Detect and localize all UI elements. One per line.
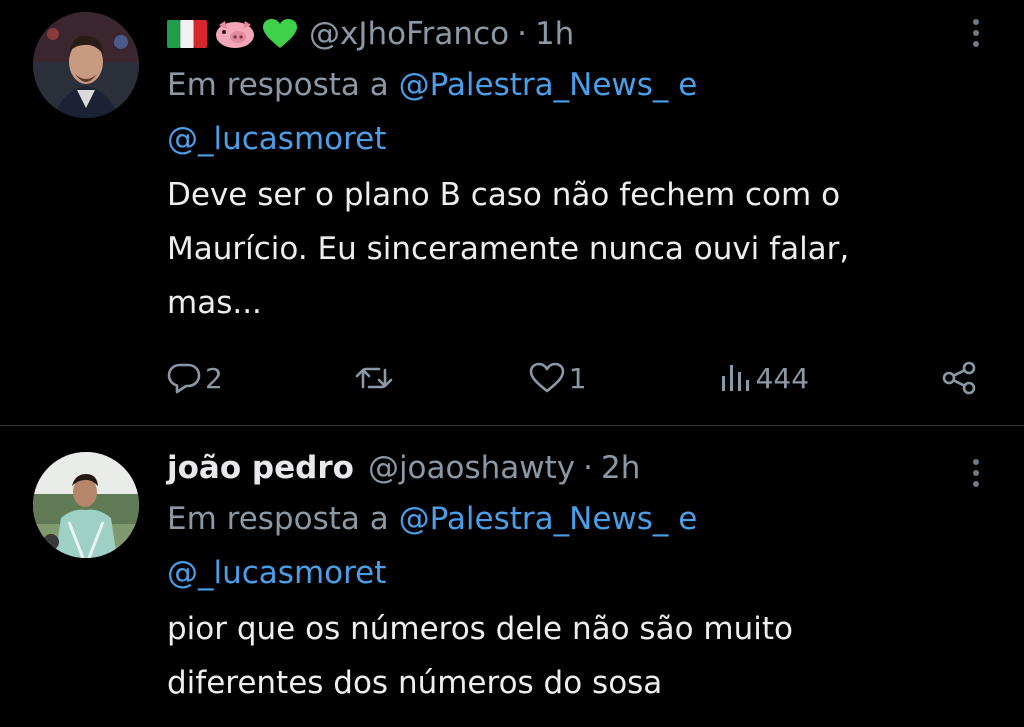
green-heart-icon [263,19,297,48]
author-name[interactable]: joão pedro [167,450,354,486]
tweet-text-line: Deve ser o plano B caso não fechem com o [167,177,841,213]
timestamp[interactable]: 2h [601,450,640,486]
replying-to: Em resposta a @Palestra_News_ e @_lucasm… [167,492,964,600]
replying-to: Em resposta a @Palestra_News_ e @_lucasm… [167,58,964,166]
mention-link[interactable]: @_lucasmoret [167,121,386,157]
retweet-button[interactable] [354,363,398,393]
tweet-text-line: pior que os números dele não são muito [167,611,793,647]
author-handle[interactable]: @xJhoFranco [309,16,509,52]
replying-prefix: Em resposta a [167,67,389,103]
more-options-icon[interactable] [972,19,980,47]
tweet-text-line: Maurício. Eu sinceramente nunca ouvi fal… [167,231,850,267]
tweet-divider [0,425,1024,426]
pig-face-icon [216,21,254,48]
tweet-header: joão pedro @joaoshawty · 2h [167,446,964,490]
avatar-image [33,12,139,118]
like-button[interactable]: 1 [529,362,587,395]
share-button[interactable] [940,361,978,395]
separator-dot: · [583,450,593,486]
views-button[interactable]: 444 [718,362,809,395]
avatar[interactable] [33,452,139,558]
reply-button[interactable]: 2 [167,362,223,395]
more-options-icon[interactable] [972,459,980,487]
display-name-emojis[interactable] [167,19,297,49]
tweet-text-line: diferentes dos números do sosa [167,665,663,701]
separator-dot: · [517,16,527,52]
tweet-text: Deve ser o plano B caso não fechem com o… [167,168,964,330]
mention-joiner: e [678,501,698,537]
tweet-actions: 2 1 444 [167,358,978,398]
mention-link[interactable]: @Palestra_News_ [399,67,669,103]
avatar[interactable] [33,12,139,118]
reply-icon [167,363,201,394]
mention-link[interactable]: @_lucasmoret [167,555,386,591]
replying-prefix: Em resposta a [167,501,389,537]
tweet-header: @xJhoFranco · 1h [167,12,964,56]
heart-icon [529,362,565,393]
author-handle[interactable]: @joaoshawty [368,450,575,486]
retweet-icon [355,367,393,389]
mention-link[interactable]: @Palestra_News_ [399,501,669,537]
share-icon [942,361,976,395]
tweet-text: pior que os números dele não são muito d… [167,602,964,710]
italy-flag-icon [167,20,207,48]
mention-joiner: e [678,67,698,103]
view-count: 444 [755,361,810,395]
avatar-image [33,452,139,558]
like-count: 1 [568,361,587,395]
views-chart-icon [721,365,749,391]
reply-count: 2 [205,361,223,395]
timestamp[interactable]: 1h [535,16,574,52]
tweet-text-line: mas... [167,285,262,321]
